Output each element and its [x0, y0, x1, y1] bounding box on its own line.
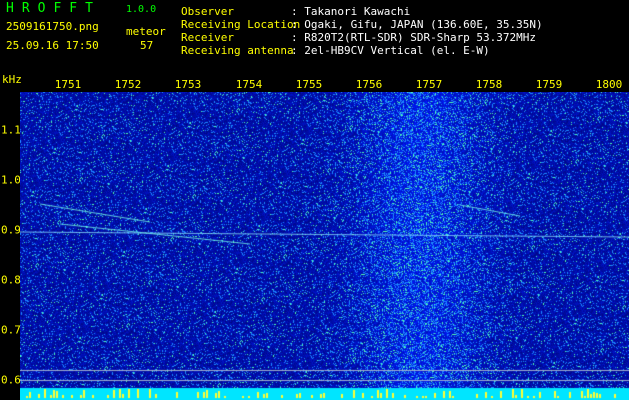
freq-tick: 1.0	[1, 173, 21, 187]
freq-tick: 0.8	[1, 273, 21, 287]
receiver-label: Receiver	[181, 31, 234, 44]
time-tick: 1800	[595, 78, 623, 91]
antenna-label: Receiving antenna	[181, 44, 294, 57]
antenna-value: : 2el-HB9CV Vertical (el. E-W)	[291, 44, 490, 57]
time-tick: 1754	[235, 78, 263, 91]
freq-tick: 1.1	[1, 123, 21, 137]
time-tick: 1755	[295, 78, 323, 91]
info-values: : Takanori Kawachi : Ogaki, Gifu, JAPAN …	[291, 5, 543, 57]
app-version: 1.0.0	[126, 4, 157, 15]
observer-label: Observer	[181, 5, 234, 18]
time-tick: 1756	[355, 78, 383, 91]
time-tick: 1759	[535, 78, 563, 91]
time-axis: 1751 1752 1753 1754 1755 1756 1757 1758 1759 1800	[20, 78, 629, 92]
file-name: 2509161750.png	[6, 20, 99, 33]
freq-axis: 1.1 1.0 0.9 0.8 0.7 0.6	[0, 90, 21, 400]
meteor-count: 57	[140, 39, 154, 52]
location-label: Receiving Location	[181, 18, 301, 31]
time-tick: 1753	[174, 78, 202, 91]
freq-tick: 0.6	[1, 373, 21, 387]
time-tick: 1752	[114, 78, 142, 91]
datetime: 25.09.16 17:50	[6, 39, 99, 52]
location-value: : Ogaki, Gifu, JAPAN (136.60E, 35.35N)	[291, 18, 543, 31]
info-labels: Observer Receiving Location Receiver Rec…	[181, 5, 300, 57]
freq-tick: 0.7	[1, 323, 21, 337]
freq-unit-label: kHz	[2, 73, 22, 86]
time-tick: 1751	[54, 78, 82, 91]
freq-tick: 0.9	[1, 223, 21, 237]
meteor-label: meteor	[126, 25, 166, 38]
receiver-value: : R820T2(RTL-SDR) SDR-Sharp 53.372MHz	[291, 31, 537, 44]
time-tick: 1757	[415, 78, 443, 91]
app-title: HROFFT	[6, 1, 101, 16]
observer-value: : Takanori Kawachi	[291, 5, 411, 18]
spectrogram-canvas	[20, 92, 629, 400]
time-tick: 1758	[475, 78, 503, 91]
